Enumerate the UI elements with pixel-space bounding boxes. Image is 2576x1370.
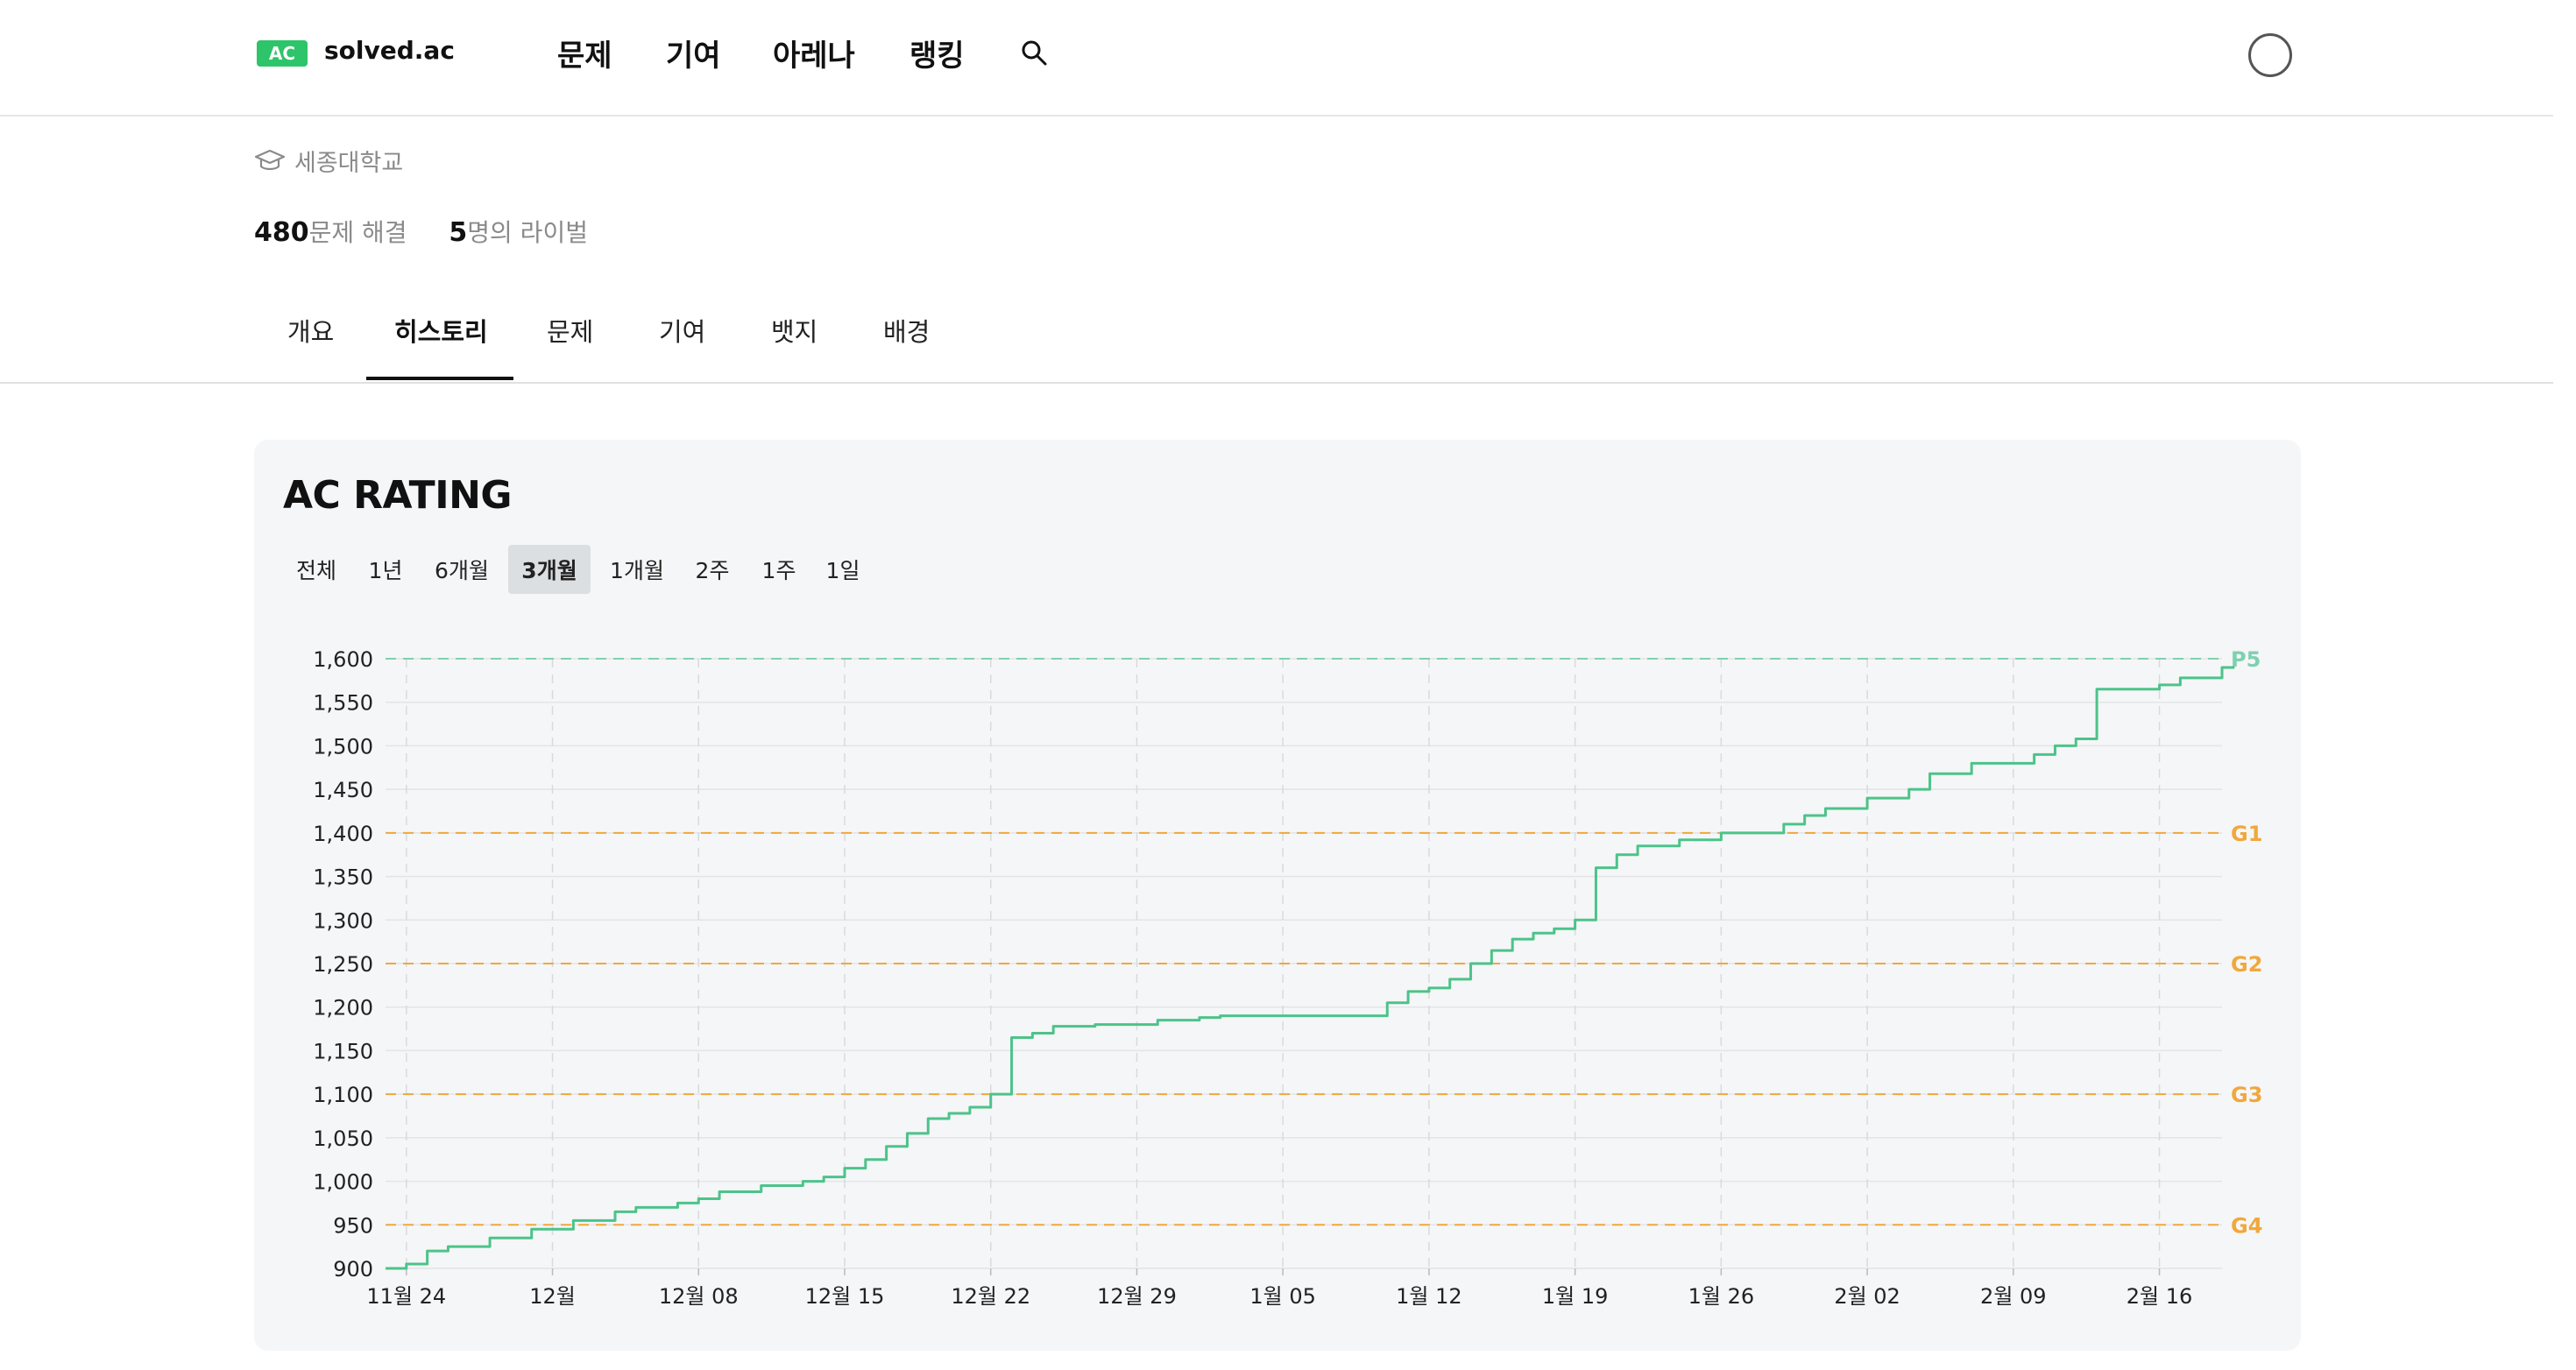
y-tick-label: 1,150 xyxy=(313,1039,373,1063)
x-tick-label: 12월 29 xyxy=(1097,1284,1177,1309)
school-name: 세종대학교 xyxy=(294,150,404,177)
logo-text[interactable]: solved.ac xyxy=(324,36,455,65)
tab-history[interactable]: 히스토리 xyxy=(394,312,488,349)
nav-ranking[interactable]: 랭킹 xyxy=(909,32,965,74)
rating-line xyxy=(386,666,2235,1270)
x-tick-label: 1월 05 xyxy=(1249,1284,1316,1309)
nav-contribute[interactable]: 기여 xyxy=(666,32,721,74)
y-tick-label: 1,250 xyxy=(313,952,373,977)
tab-backgrounds[interactable]: 배경 xyxy=(883,312,930,349)
y-tick-label: 1,200 xyxy=(313,996,373,1020)
rating-chart: 900 950 1,000 1,050 1,100 1,150 1,200 1,250 1,30… xyxy=(313,647,2262,1309)
solved-count: 480 xyxy=(254,217,309,248)
y-tick-label: 1,600 xyxy=(313,647,373,672)
y-tick-label: 1,050 xyxy=(313,1126,373,1151)
range-1w-button[interactable]: 1주 xyxy=(754,545,804,594)
user-avatar[interactable] xyxy=(2248,33,2292,77)
tier-label: G1 xyxy=(2231,822,2262,846)
y-tick-label: 1,350 xyxy=(313,865,373,890)
school-info: 세종대학교 xyxy=(254,144,403,178)
solved-label: 문제 해결 xyxy=(308,218,407,247)
x-tick-label: 12월 xyxy=(529,1284,576,1309)
x-tick-label: 12월 08 xyxy=(659,1284,739,1309)
range-1y-button[interactable]: 1년 xyxy=(361,545,410,594)
y-tick-label: 950 xyxy=(333,1213,373,1238)
x-tick-label: 2월 02 xyxy=(1834,1284,1900,1309)
search-icon[interactable] xyxy=(1020,39,1048,67)
y-tick-label: 1,300 xyxy=(313,908,373,933)
y-tick-label: 900 xyxy=(333,1257,373,1282)
top-navigation-bar: AC solved.ac 문제 기여 아레나 랭킹 xyxy=(0,0,2553,117)
range-1d-button[interactable]: 1일 xyxy=(820,545,866,594)
x-tick-label: 2월 16 xyxy=(2127,1284,2193,1309)
x-tick-label: 1월 12 xyxy=(1396,1284,1462,1309)
tab-problems[interactable]: 문제 xyxy=(547,312,593,349)
y-tick-label: 1,000 xyxy=(313,1170,373,1195)
range-1m-button[interactable]: 1개월 xyxy=(605,545,669,594)
tier-label: G2 xyxy=(2231,952,2262,977)
x-tick-label: 12월 22 xyxy=(951,1284,1030,1309)
profile-stats: 480문제 해결 5명의 라이벌 xyxy=(254,214,588,249)
tab-badges[interactable]: 뱃지 xyxy=(771,312,817,349)
range-3m-button[interactable]: 3개월 xyxy=(508,545,591,594)
x-tick-label: 2월 09 xyxy=(1980,1284,2047,1309)
nav-problems[interactable]: 문제 xyxy=(557,32,612,74)
y-tick-label: 1,400 xyxy=(313,822,373,846)
rival-count[interactable]: 5 xyxy=(449,217,467,248)
x-tick-label: 1월 19 xyxy=(1542,1284,1609,1309)
y-tick-label: 1,450 xyxy=(313,778,373,802)
logo-badge[interactable]: AC xyxy=(257,40,308,67)
x-tick-label: 12월 15 xyxy=(805,1284,885,1309)
y-tick-label: 1,500 xyxy=(313,734,373,759)
tab-contribute[interactable]: 기여 xyxy=(659,312,705,349)
rival-label[interactable]: 명의 라이벌 xyxy=(467,218,588,247)
profile-tabs: 개요 히스토리 문제 기여 뱃지 배경 xyxy=(0,289,2553,384)
range-all-button[interactable]: 전체 xyxy=(287,545,345,594)
tab-overview[interactable]: 개요 xyxy=(287,312,334,349)
tier-label: G3 xyxy=(2231,1083,2262,1107)
range-6m-button[interactable]: 6개월 xyxy=(426,545,498,594)
tier-label: P5 xyxy=(2231,647,2261,672)
tier-label: G4 xyxy=(2231,1213,2262,1238)
nav-arena[interactable]: 아레나 xyxy=(773,32,855,74)
x-tick-label: 11월 24 xyxy=(366,1284,446,1309)
active-tab-underline xyxy=(366,377,513,380)
x-tick-label: 1월 26 xyxy=(1688,1284,1755,1309)
card-title: AC RATING xyxy=(283,473,513,518)
y-tick-label: 1,100 xyxy=(313,1083,373,1107)
range-2w-button[interactable]: 2주 xyxy=(687,545,738,594)
y-tick-label: 1,550 xyxy=(313,691,373,716)
graduation-cap-icon xyxy=(254,149,286,170)
